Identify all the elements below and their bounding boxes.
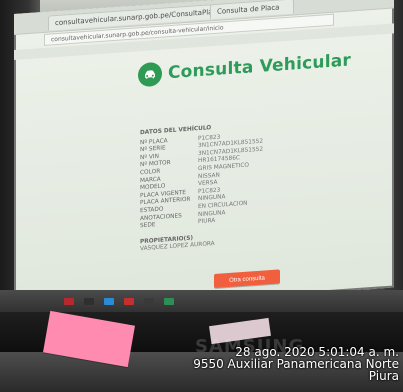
app-icon[interactable]: [64, 298, 74, 305]
taskbar: [0, 290, 403, 314]
app-icon[interactable]: [124, 298, 134, 305]
photo-frame: consultavehicular.sunarp.gob.pe/Consulta…: [0, 0, 403, 392]
photo-timestamp-overlay: 28 ago. 2020 5:01:04 a. m. 9550 Auxiliar…: [139, 346, 399, 382]
car-icon: [138, 61, 162, 88]
tab-label: Consulta de Placa: [217, 3, 280, 16]
location-line-1: 9550 Auxiliar Panamericana Norte: [193, 357, 399, 371]
header: Consulta Vehicular: [138, 48, 351, 88]
other-query-button[interactable]: Otra consulta: [214, 269, 280, 289]
app-icon[interactable]: [164, 298, 174, 305]
page-title: Consulta Vehicular: [168, 50, 351, 84]
app-icon[interactable]: [104, 298, 114, 305]
app-icon[interactable]: [84, 298, 94, 305]
monitor-screen: consultavehicular.sunarp.gob.pe/Consulta…: [14, 0, 394, 314]
location-line-2: Piura: [368, 369, 399, 383]
vehicle-data: DATOS DEL VEHÍCULO Nº PLACA P1C823 Nº SE…: [140, 119, 300, 254]
app-icon[interactable]: [144, 298, 154, 305]
